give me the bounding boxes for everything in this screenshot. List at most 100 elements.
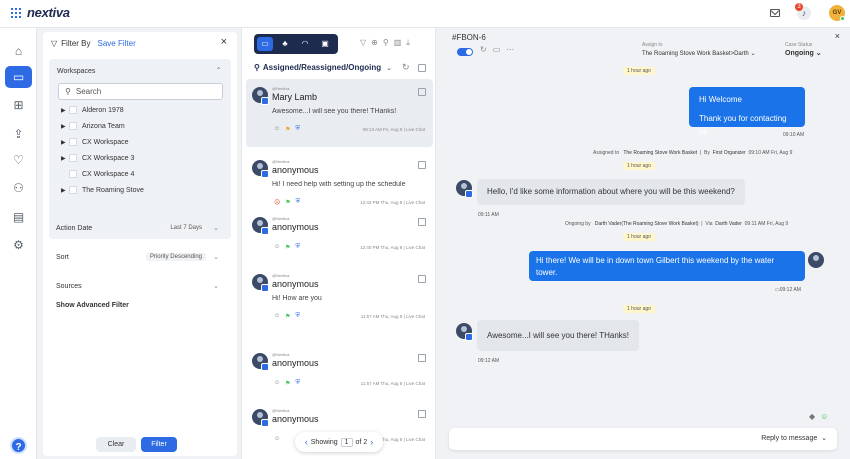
checkbox[interactable] <box>418 354 426 362</box>
checkbox[interactable] <box>69 154 77 162</box>
clear-button[interactable]: Clear <box>96 437 136 452</box>
chart-icon[interactable]: ▥ <box>394 38 402 48</box>
heart-icon[interactable]: ♡ <box>5 149 32 171</box>
workspace-item[interactable]: ▶ Arizona Team <box>61 120 125 132</box>
add-icon[interactable]: ⊕ <box>371 38 378 48</box>
flag-icon[interactable]: ⚑ <box>285 313 290 320</box>
workspace-search-input[interactable]: ⚲ Search <box>58 83 223 100</box>
workspace-item[interactable]: ▶ The Roaming Stove <box>61 184 144 196</box>
expand-arrow-icon[interactable]: ▶ <box>61 123 69 130</box>
view-filter-dropdown[interactable]: ⚲ Assigned/Reassigned/Ongoing ⌄ <box>254 63 392 72</box>
chat-toggle[interactable] <box>457 48 473 56</box>
refresh-icon[interactable]: ↻ <box>402 62 410 73</box>
filter-button[interactable]: Filter <box>141 437 177 452</box>
action-date-select[interactable]: Last 7 Days <box>166 224 206 232</box>
workspace-item[interactable]: ▶ Alderon 1978 <box>61 104 124 116</box>
checkbox[interactable] <box>69 170 77 178</box>
inbox-mode-icon[interactable]: ▭ <box>257 37 273 51</box>
home-icon[interactable]: ⌂ <box>5 40 32 62</box>
calendar-icon[interactable]: ▭ <box>493 45 501 54</box>
conversation-card[interactable]: @Nextiva Mary Lamb Awesome...I will see … <box>246 79 433 147</box>
expand-arrow-icon[interactable]: ▶ <box>61 155 69 162</box>
sort-row[interactable]: Sort Priority Descending ⌄ <box>56 251 226 263</box>
emoji-icon[interactable]: ☺ <box>820 412 828 421</box>
sort-select[interactable]: Priority Descending <box>145 253 206 261</box>
chevron-down-icon[interactable]: ⌄ <box>386 64 392 72</box>
close-icon[interactable]: × <box>835 31 840 41</box>
search-icon: ⚲ <box>65 87 71 96</box>
expand-arrow-icon[interactable]: ▶ <box>61 139 69 146</box>
show-advanced-filter-link[interactable]: Show Advanced Filter <box>56 302 129 309</box>
expand-arrow-icon[interactable]: ▶ <box>61 187 69 194</box>
inbox-icon[interactable]: ▭ <box>5 66 32 88</box>
agent-avatar <box>808 252 824 268</box>
more-icon[interactable]: ⋯ <box>506 45 514 54</box>
flag-icon[interactable]: ⚑ <box>285 199 290 206</box>
avatar <box>456 323 473 341</box>
settings-icon[interactable]: ⚙ <box>5 234 32 256</box>
chevron-down-icon[interactable]: ⌄ <box>213 282 219 290</box>
app-launcher-icon[interactable] <box>11 8 21 18</box>
action-date-row[interactable]: Action Date Last 7 Days ⌄ <box>56 222 226 234</box>
message-time: 09:11 AM <box>478 212 499 218</box>
checkbox[interactable] <box>418 275 426 283</box>
case-status-select[interactable]: Case Status Ongoing ⌄ <box>785 42 822 57</box>
live-chat-icon <box>261 363 269 371</box>
mail-icon[interactable] <box>770 9 780 17</box>
next-page-icon[interactable]: › <box>370 437 373 447</box>
report-icon[interactable]: ▤ <box>5 206 32 228</box>
chevron-down-icon[interactable]: ⌄ <box>213 253 219 261</box>
hierarchy-mode-icon[interactable]: ♣ <box>277 37 293 51</box>
workspace-item[interactable]: ▶ CX Workspace <box>61 136 129 148</box>
checkbox[interactable] <box>69 122 77 130</box>
checkbox[interactable] <box>418 410 426 418</box>
help-icon[interactable]: ? <box>10 437 27 454</box>
chevron-down-icon[interactable]: ⌄ <box>821 435 827 442</box>
save-mode-icon[interactable]: ▣ <box>317 37 333 51</box>
reply-to-message-select[interactable]: Reply to message ⌄ <box>761 434 827 442</box>
apps-grid-icon[interactable]: ⊞ <box>5 94 32 116</box>
download-icon[interactable]: ⤓ <box>406 38 410 48</box>
time-chip: 1 hour ago <box>623 233 655 241</box>
save-filter-link[interactable]: Save Filter <box>98 39 136 48</box>
select-all-checkbox[interactable] <box>418 64 426 72</box>
incoming-message: Hello, I'd like some information about w… <box>477 179 745 205</box>
shield-icon: ⛨ <box>295 244 301 250</box>
tag-icon[interactable]: ◆ <box>809 412 815 421</box>
checkbox[interactable] <box>69 138 77 146</box>
workspace-item[interactable]: ▶ CX Workspace 3 <box>61 152 134 164</box>
timestamp: 12:40 PM Thu, Aug 8 | Live Chat <box>360 245 425 250</box>
sources-row[interactable]: Sources ⌄ <box>56 280 226 292</box>
checkbox[interactable] <box>69 186 77 194</box>
chevron-down-icon[interactable]: ⌄ <box>750 51 755 57</box>
search-icon[interactable]: ⚲ <box>383 38 389 48</box>
outgoing-message: Hi there! We will be in down town Gilber… <box>529 251 805 281</box>
flag-icon[interactable]: ⚑ <box>285 126 290 133</box>
chevron-down-icon[interactable]: ⌄ <box>816 50 822 57</box>
refresh-icon[interactable]: ↻ <box>480 45 487 54</box>
page-number-input[interactable]: 1 <box>340 437 353 447</box>
conversation-list-panel: ▭ ♣ ◠ ▣ ▽ ⊕ ⚲ ▥ ⤓ ⚲ Assigned/Reassigned/… <box>241 28 436 459</box>
workspace-item[interactable]: CX Workspace 4 <box>61 168 134 180</box>
conversation-card[interactable]: @Nextiva anonymous Hi! How are you ☺ ⚑ ⛨ 1… <box>246 266 433 334</box>
filter-icon[interactable]: ▽ <box>360 38 366 48</box>
close-icon[interactable]: × <box>221 36 227 48</box>
chevron-up-icon[interactable]: ⌃ <box>215 66 222 75</box>
expand-arrow-icon[interactable]: ▶ <box>61 107 69 114</box>
system-event: Assigned to The Roaming Stove Work Baske… <box>593 150 793 156</box>
checkbox[interactable] <box>418 218 426 226</box>
prev-page-icon[interactable]: ‹ <box>305 437 308 447</box>
upload-icon[interactable]: ⇪ <box>5 123 32 145</box>
flag-icon[interactable]: ⚑ <box>285 244 290 251</box>
checkbox[interactable] <box>418 88 426 96</box>
headset-mode-icon[interactable]: ◠ <box>297 37 313 51</box>
checkbox[interactable] <box>69 106 77 114</box>
timestamp: 12:43 PM Thu, Aug 8 | Live Chat <box>360 200 425 205</box>
reply-composer[interactable]: Reply to message ⌄ <box>449 428 837 450</box>
chevron-down-icon[interactable]: ⌄ <box>213 224 219 232</box>
flag-icon[interactable]: ⚑ <box>285 380 290 387</box>
team-icon[interactable]: ⚇ <box>5 177 32 199</box>
sentiment-icon: ☺ <box>274 244 281 250</box>
assign-to-select[interactable]: Assign to The Roaming Stove Work Basket>… <box>642 42 755 57</box>
checkbox[interactable] <box>418 161 426 169</box>
